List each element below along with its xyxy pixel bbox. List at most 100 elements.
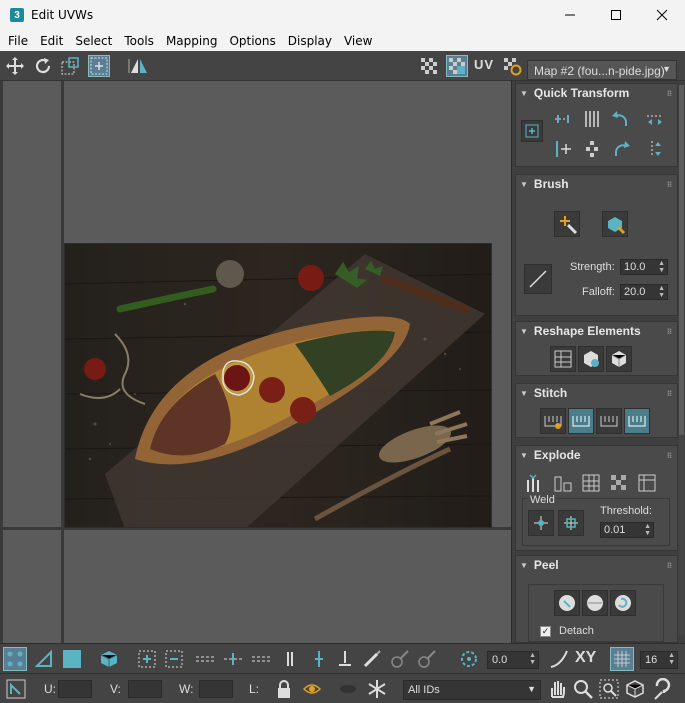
vertex-mode-icon[interactable] [3,647,27,671]
rollout-header-stitch[interactable]: ▼ Stitch ⁝⁝ [516,384,677,402]
rollout-header-reshape[interactable]: ▼ Reshape Elements ⁝⁝ [516,322,677,340]
checker-icon[interactable] [418,55,440,77]
grow-selection-icon[interactable] [135,647,159,671]
menu-select[interactable]: Select [69,34,118,48]
mirror-icon[interactable] [128,55,150,77]
paint-select-shrink-icon[interactable] [415,647,439,671]
panel-scrollbar-thumb[interactable] [679,85,684,435]
hide-show-icon[interactable] [300,677,324,701]
space-vertical-icon[interactable] [642,136,668,162]
paint-select-grow-icon[interactable] [388,647,412,671]
rollout-header-quick-transform[interactable]: ▼ Quick Transform ⁝⁝ [516,84,677,102]
align-to-edge-icon[interactable] [550,136,576,162]
polygon-mode-icon[interactable] [60,647,84,671]
flatten-by-material-icon[interactable] [634,470,660,496]
scale-icon[interactable] [59,55,81,77]
menu-edit[interactable]: Edit [34,34,69,48]
menu-mapping[interactable]: Mapping [160,34,224,48]
falloff-space-xy[interactable]: XY [575,649,596,667]
rollout-header-explode[interactable]: ▼ Explode ⁝⁝ [516,446,677,464]
rollout-header-brush[interactable]: ▼ Brush ⁝⁝ [516,175,677,193]
lock-icon[interactable] [272,677,296,701]
absolute-offset-icon[interactable] [4,677,28,701]
move-icon[interactable] [4,55,26,77]
rotate-ccw-icon[interactable] [608,106,634,132]
grid-snap-icon[interactable] [610,647,634,671]
spinner-arrows-icon[interactable]: ▲ ▼ [529,652,536,666]
loop-select-icon[interactable] [193,647,217,671]
material-id-selector[interactable]: All IDs ▼ [403,680,541,700]
select-overlap-icon[interactable] [307,647,331,671]
falloff-curve-icon[interactable] [547,647,571,671]
grid-size-field[interactable]: 16 ▲ ▼ [640,651,678,669]
spinner-arrows-icon[interactable]: ▲ ▼ [658,260,665,274]
reset-peel-icon[interactable] [610,590,636,616]
threshold-spinner[interactable]: 0.01 ▲ ▼ [600,522,654,538]
break-icon[interactable] [522,470,548,496]
w-field[interactable] [199,680,233,698]
ring-select-icon[interactable] [249,647,273,671]
v-field[interactable] [128,680,162,698]
straighten-selection-icon[interactable] [550,346,576,372]
spinner-arrows-icon[interactable]: ▲ ▼ [668,652,675,666]
rotate-cw-icon[interactable] [608,136,634,162]
weld-selected-icon[interactable] [528,510,554,536]
loop-grow-icon[interactable] [221,647,245,671]
zoom-icon[interactable] [571,677,595,701]
menu-display[interactable]: Display [282,34,338,48]
falloff-spinner[interactable]: 20.0 ▲ ▼ [620,284,668,300]
menu-tools[interactable]: Tools [118,34,160,48]
spinner-arrows-icon[interactable]: ▲ ▼ [658,285,665,299]
close-button[interactable] [639,0,685,30]
stitch-average-icon[interactable] [596,408,622,434]
freeze-icon[interactable] [365,677,389,701]
pan-hand-icon[interactable] [545,677,569,701]
freeform-icon[interactable] [88,55,110,77]
relax-settings-icon[interactable] [606,346,632,372]
menu-options[interactable]: Options [223,34,281,48]
minimize-button[interactable] [547,0,593,30]
rotate-icon[interactable] [32,55,54,77]
settings-checker-icon[interactable] [501,55,523,77]
flatten-by-polygon-icon[interactable] [578,470,604,496]
uv-viewport[interactable] [0,81,511,643]
spinner-arrows-icon[interactable]: ▲ ▼ [644,523,651,537]
brush-falloff-curve-icon[interactable] [524,264,552,294]
menu-file[interactable]: File [2,34,34,48]
menu-view[interactable]: View [338,34,378,48]
show-all-icon[interactable] [336,677,360,701]
element-mode-icon[interactable] [97,647,121,671]
rollout-header-peel[interactable]: ▼ Peel ⁝⁝ [516,556,677,574]
soft-selection-icon[interactable] [457,647,481,671]
stitch-to-source-icon[interactable] [624,408,650,434]
detach-checkbox[interactable]: ✓ [540,626,551,637]
edge-mode-icon[interactable] [32,647,56,671]
soft-selection-falloff-field[interactable]: 0.0 ▲ ▼ [487,651,539,669]
ring-grow-icon[interactable] [278,647,302,671]
align-vertical-icon[interactable] [579,106,605,132]
align-to-grid-icon[interactable] [579,136,605,162]
stitch-to-target-icon[interactable] [568,408,594,434]
help-icon[interactable] [651,677,675,701]
u-field[interactable] [58,680,92,698]
relax-icon[interactable] [578,346,604,372]
zoom-region-icon[interactable] [597,677,621,701]
space-horizontal-icon[interactable] [642,106,668,132]
set-pivot-icon[interactable] [521,120,543,142]
weld-target-icon[interactable] [558,510,584,536]
zoom-extents-icon[interactable] [623,677,647,701]
select-by-edge-icon[interactable] [333,647,357,671]
strength-spinner[interactable]: 10.0 ▲ ▼ [620,259,668,275]
detach-edge-icon[interactable] [550,470,576,496]
quick-peel-icon[interactable] [554,590,580,616]
flatten-by-smoothing-icon[interactable] [606,470,632,496]
checker-map-icon[interactable] [446,55,468,77]
maximize-button[interactable] [593,0,639,30]
uv-label[interactable]: UV [474,57,494,72]
paint-move-icon[interactable] [554,211,580,237]
paint-select-icon[interactable] [360,647,384,671]
shrink-selection-icon[interactable] [162,647,186,671]
align-horizontal-icon[interactable] [550,106,576,132]
peel-mode-icon[interactable] [582,590,608,616]
relax-brush-icon[interactable] [602,211,628,237]
